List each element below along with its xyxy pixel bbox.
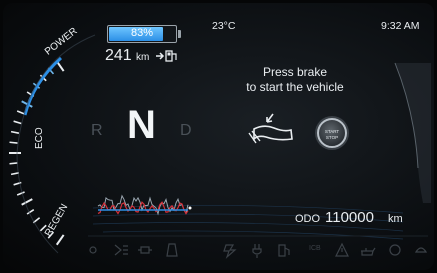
gauge-tick: [55, 234, 65, 246]
tell-tale-strip: [89, 242, 428, 259]
seatbelt-icon: [89, 246, 97, 254]
stop-label: STOP: [325, 135, 339, 140]
charging-plug-icon: [252, 244, 262, 258]
gauge-tick: [13, 120, 22, 125]
gear-reverse: R: [91, 122, 103, 139]
right-decor-panel: [395, 63, 431, 203]
eco-label: ECO: [34, 127, 45, 149]
message-line2: to start the vehicle: [246, 80, 344, 94]
odometer-unit: km: [388, 213, 403, 225]
energy-graph-line-grey: [97, 194, 189, 216]
gauge-tick: [16, 191, 25, 196]
gear-drive: D: [180, 122, 192, 139]
energy-graph-cursor: [188, 206, 192, 210]
gear-neutral-selected: N: [127, 103, 156, 147]
instrument-cluster-screen: POWER ECO REGEN 83% 241 km 23°C 9:32 AM …: [3, 3, 434, 270]
icb-icon: ICB: [309, 245, 321, 252]
parking-lamp-icon: [138, 246, 152, 254]
battery-percent: 83%: [130, 27, 154, 39]
energy-flow-graph: [97, 194, 192, 216]
fuel-range-icon: [278, 244, 290, 257]
gauge-tick: [21, 198, 33, 206]
message-line1: Press brake: [262, 65, 328, 79]
battery-indicator: 83%: [107, 25, 177, 43]
start-stop-button-icon: START STOP: [317, 118, 347, 148]
clock-time: 9:32 AM: [381, 20, 420, 32]
cluster-bezel: POWER ECO REGEN 83% 241 km 23°C 9:32 AM …: [0, 0, 437, 273]
charging-station-icon: [156, 50, 177, 62]
outside-temperature: 23°C: [212, 20, 236, 32]
headlight-icon: [114, 244, 128, 256]
range-value: 241: [105, 47, 132, 64]
battery-terminal: [178, 30, 181, 38]
gauge-tick: [9, 162, 18, 165]
range-unit: km: [136, 52, 150, 63]
engine-check-icon: [389, 244, 401, 256]
start-label: START: [324, 129, 340, 134]
odometer-value: 110000: [325, 209, 374, 226]
gauge-tick: [10, 130, 20, 134]
warning-triangle-icon: [335, 242, 349, 257]
gauge-tick: [9, 141, 18, 144]
ev-mode-icon: [223, 244, 237, 259]
brake-pedal-icon: [248, 113, 293, 144]
gauge-tick: [16, 110, 25, 115]
oil-can-icon: [361, 247, 376, 256]
door-icon: [166, 243, 178, 257]
odometer-label: ODO: [295, 213, 321, 225]
tpms-icon: [414, 247, 428, 253]
